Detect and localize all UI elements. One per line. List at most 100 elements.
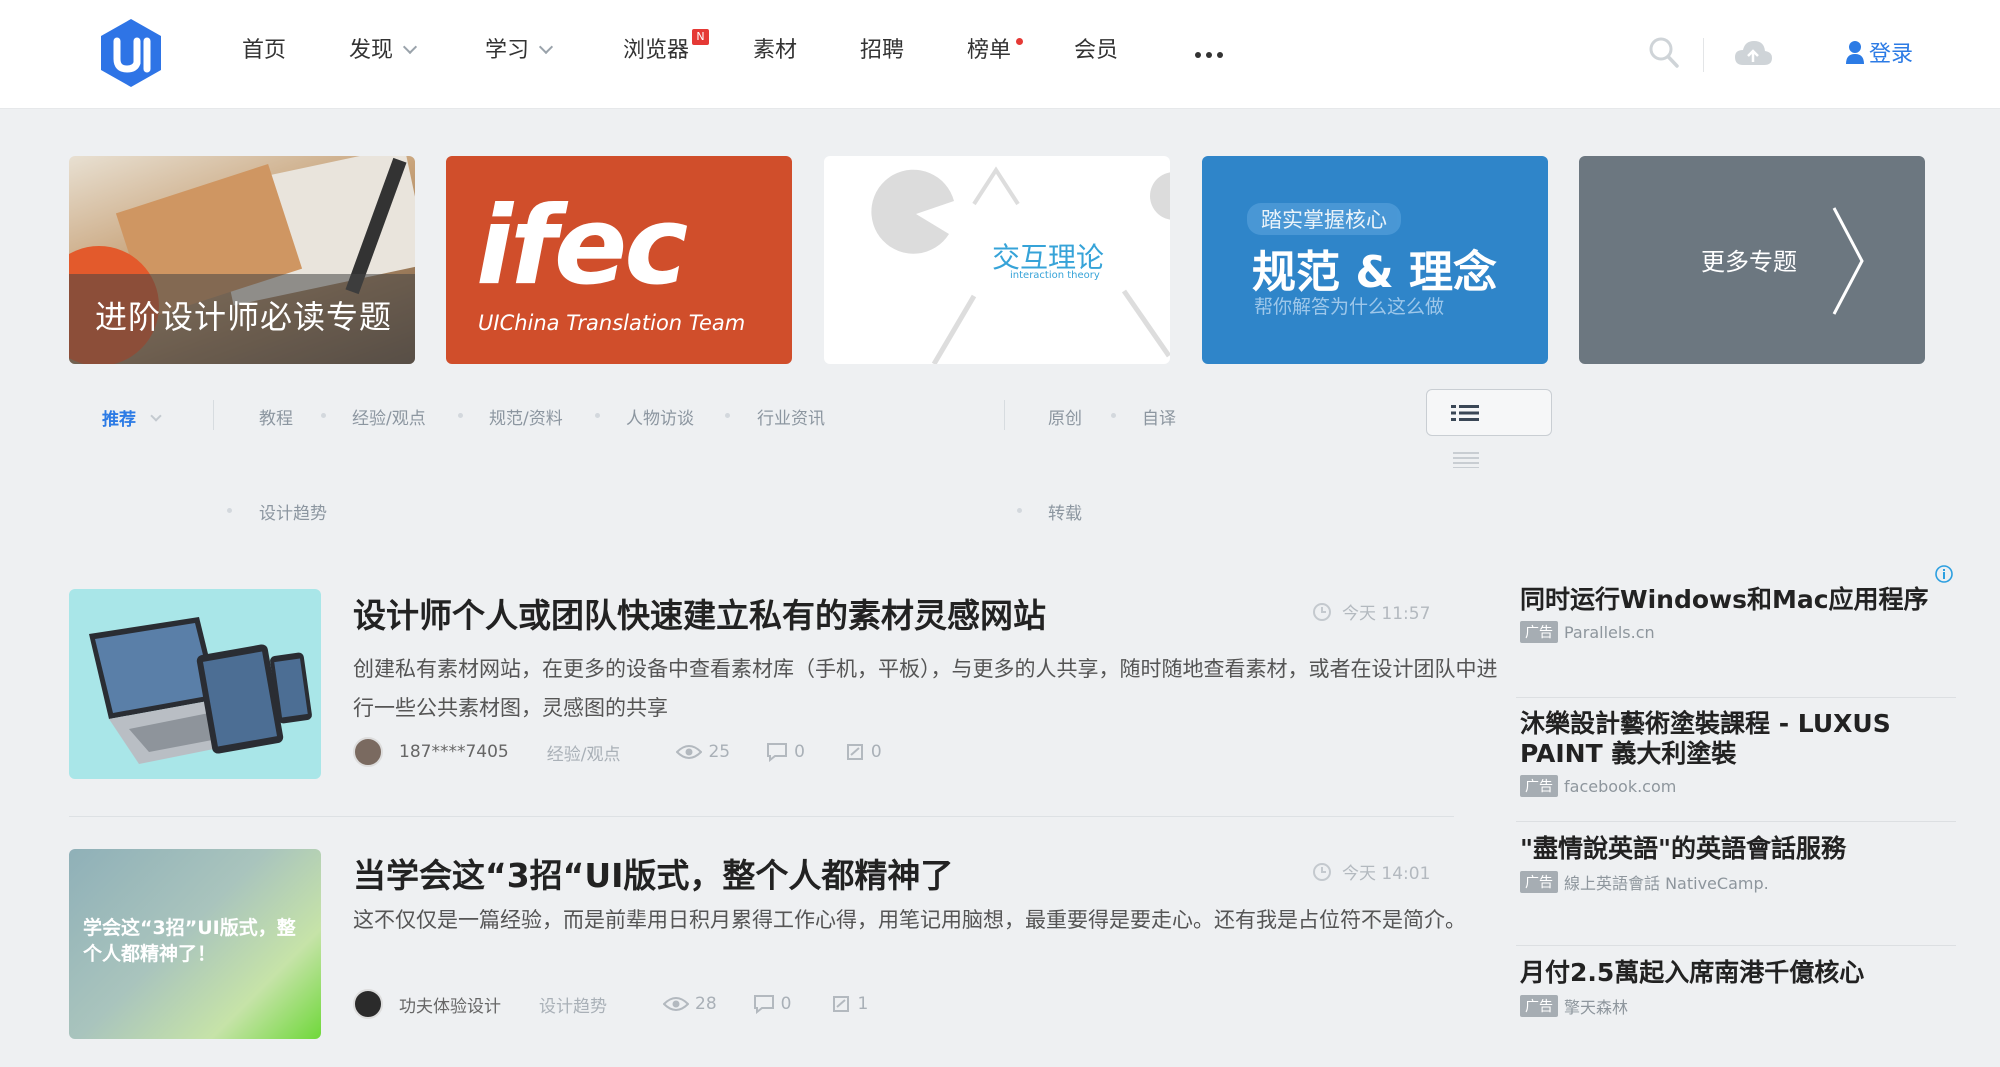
nav-item-jobs[interactable]: 招聘 xyxy=(860,34,904,68)
compact-view-icon[interactable] xyxy=(1453,452,1479,468)
nav-item-membership[interactable]: 会员 xyxy=(1074,34,1118,68)
chevron-down-icon xyxy=(538,39,554,55)
filter-industry-news[interactable]: 行业资讯 xyxy=(757,404,825,429)
ad-title[interactable]: 同时运行Windows和Mac应用程序 xyxy=(1520,585,1956,615)
banner-subtitle: 帮你解答为什么这么做 xyxy=(1254,296,1445,318)
nav-item-home[interactable]: 首页 xyxy=(242,34,286,68)
uichina-logo[interactable] xyxy=(97,17,165,89)
article-category[interactable]: 设计趋势 xyxy=(539,992,607,1017)
new-badge: N xyxy=(692,29,710,45)
nav-item-materials[interactable]: 素材 xyxy=(753,34,797,68)
banner-title: 规范 & 理念 xyxy=(1252,247,1498,298)
banner-ifec[interactable]: ifec UIChina Translation Team xyxy=(446,156,792,364)
collect-icon xyxy=(833,996,850,1012)
ad-source-label: facebook.com xyxy=(1564,776,1677,796)
banner-standards-concepts[interactable]: 踏实掌握核心 规范 & 理念 帮你解答为什么这么做 xyxy=(1202,156,1548,364)
ad-item[interactable]: "盡情說英語"的英語會話服務 广告 線上英語會話 NativeCamp. xyxy=(1520,834,1956,894)
comment-icon xyxy=(753,995,774,1014)
nav-item-browser[interactable]: 浏览器 N xyxy=(623,29,710,68)
nav-label: 发现 xyxy=(349,38,394,63)
nav-label: 榜单 xyxy=(967,38,1012,63)
chevron-down-icon xyxy=(150,410,162,422)
nav-label: 首页 xyxy=(242,38,287,63)
search-icon[interactable] xyxy=(1648,36,1680,70)
banner-more-topics[interactable]: 更多专题 xyxy=(1579,156,1925,364)
clock-icon xyxy=(1313,602,1331,621)
author-name[interactable]: 功夫体验设计 xyxy=(399,992,501,1017)
comments-count: 0 xyxy=(794,742,805,762)
banner-advanced-designer[interactable]: 进阶设计师必读专题 xyxy=(69,156,415,364)
filter-experience[interactable]: 经验/观点 xyxy=(352,404,426,429)
more-icon[interactable] xyxy=(1195,52,1223,58)
banner-subtitle: interaction theory xyxy=(1010,270,1100,281)
ad-source-label: 擎天森林 xyxy=(1564,998,1629,1017)
ad-info-icon[interactable] xyxy=(1934,564,1954,584)
filter-tutorials[interactable]: 教程 xyxy=(259,404,293,429)
article-category[interactable]: 经验/观点 xyxy=(547,740,621,765)
article-thumbnail[interactable] xyxy=(69,589,321,779)
filter-dot xyxy=(458,413,463,418)
ad-item[interactable]: 沐樂設計藝術塗裝課程 - LUXUS PAINT 義大利塗裝 广告 faceboo… xyxy=(1520,709,1956,797)
filter-divider xyxy=(1004,400,1005,430)
filter-interviews[interactable]: 人物访谈 xyxy=(626,404,694,429)
ad-badge: 广告 xyxy=(1520,871,1558,893)
views-count: 25 xyxy=(708,742,731,762)
ad-source: 广告 線上英語會話 NativeCamp. xyxy=(1520,870,1956,894)
nav-label: 会员 xyxy=(1074,38,1119,63)
views-stat: 28 xyxy=(663,994,717,1014)
avatar[interactable] xyxy=(353,737,383,767)
nav-item-learn[interactable]: 学习 xyxy=(485,34,554,68)
chevron-down-icon xyxy=(402,39,418,55)
filter-design-trends[interactable]: 设计趋势 xyxy=(259,499,327,524)
ad-badge: 广告 xyxy=(1520,995,1558,1017)
avatar[interactable] xyxy=(353,989,383,1019)
article-thumbnail[interactable]: 学会这“3招”UI版式，整个人都精神了！ xyxy=(69,849,321,1039)
author-name[interactable]: 187****7405 xyxy=(399,742,509,762)
comment-icon xyxy=(767,743,788,762)
ad-source-label: Parallels.cn xyxy=(1564,622,1655,642)
article-description: 创建私有素材网站，在更多的设备中查看素材库（手机，平板），与更多的人共享，随时随… xyxy=(353,657,1498,720)
top-navigation-bar: 首页 发现 学习 浏览器 N 素材 招聘 榜单 会员 登录 xyxy=(0,0,2000,109)
filter-reposted[interactable]: 转载 xyxy=(1048,499,1082,524)
time-label: 今天 11:57 xyxy=(1342,604,1431,624)
ad-title[interactable]: 月付2.5萬起入席南港千億核心 xyxy=(1520,958,1956,988)
time-label: 今天 14:01 xyxy=(1342,864,1431,884)
collects-count: 1 xyxy=(857,994,869,1014)
ad-item[interactable]: 同时运行Windows和Mac应用程序 广告 Parallels.cn xyxy=(1520,585,1956,643)
collects-stat: 0 xyxy=(845,742,882,762)
filter-dot xyxy=(1017,508,1022,513)
nav-label: 学习 xyxy=(485,38,530,63)
banner-interaction-theory[interactable]: 交互理论 interaction theory xyxy=(824,156,1170,364)
article-meta: 187****7405 经验/观点 25 0 0 xyxy=(353,737,882,767)
user-icon xyxy=(1846,41,1864,64)
collect-icon xyxy=(846,744,863,760)
article-title[interactable]: 设计师个人或团队快速建立私有的素材灵感网站 xyxy=(353,589,1046,637)
nav-item-rankings[interactable]: 榜单 xyxy=(967,34,1024,68)
filter-standards[interactable]: 规范/资料 xyxy=(489,404,563,429)
comments-stat: 0 xyxy=(766,742,805,762)
nav-item-discover[interactable]: 发现 xyxy=(349,34,418,68)
article-divider xyxy=(69,816,1454,817)
ad-divider xyxy=(1516,821,1956,822)
filter-recommended[interactable]: 推荐 xyxy=(102,405,162,430)
ad-item[interactable]: 月付2.5萬起入席南港千億核心 广告 擎天森林 xyxy=(1520,958,1956,1018)
views-stat: 25 xyxy=(676,742,730,762)
article-meta: 功夫体验设计 设计趋势 28 0 1 xyxy=(353,989,868,1019)
chevron-right-icon xyxy=(1832,207,1864,315)
filter-dot xyxy=(1111,413,1116,418)
article-time: 今天 14:01 xyxy=(1312,859,1430,884)
collects-stat: 1 xyxy=(831,994,868,1014)
filter-original[interactable]: 原创 xyxy=(1048,404,1082,429)
login-link[interactable]: 登录 xyxy=(1845,36,1913,68)
ad-source: 广告 Parallels.cn xyxy=(1520,621,1956,643)
ad-title[interactable]: 沐樂設計藝術塗裝課程 - LUXUS PAINT 義大利塗裝 xyxy=(1520,709,1956,769)
filter-dot xyxy=(725,413,730,418)
ad-badge: 广告 xyxy=(1520,621,1558,643)
filter-self-translated[interactable]: 自译 xyxy=(1142,404,1176,429)
cloud-upload-icon[interactable] xyxy=(1733,38,1773,68)
views-count: 28 xyxy=(695,994,717,1014)
ad-title[interactable]: "盡情說英語"的英語會話服務 xyxy=(1520,834,1956,864)
nav-label: 浏览器 xyxy=(623,38,690,63)
article-title[interactable]: 当学会这“3招“UI版式，整个人都精神了 xyxy=(353,849,953,897)
list-view-button[interactable] xyxy=(1426,389,1552,436)
